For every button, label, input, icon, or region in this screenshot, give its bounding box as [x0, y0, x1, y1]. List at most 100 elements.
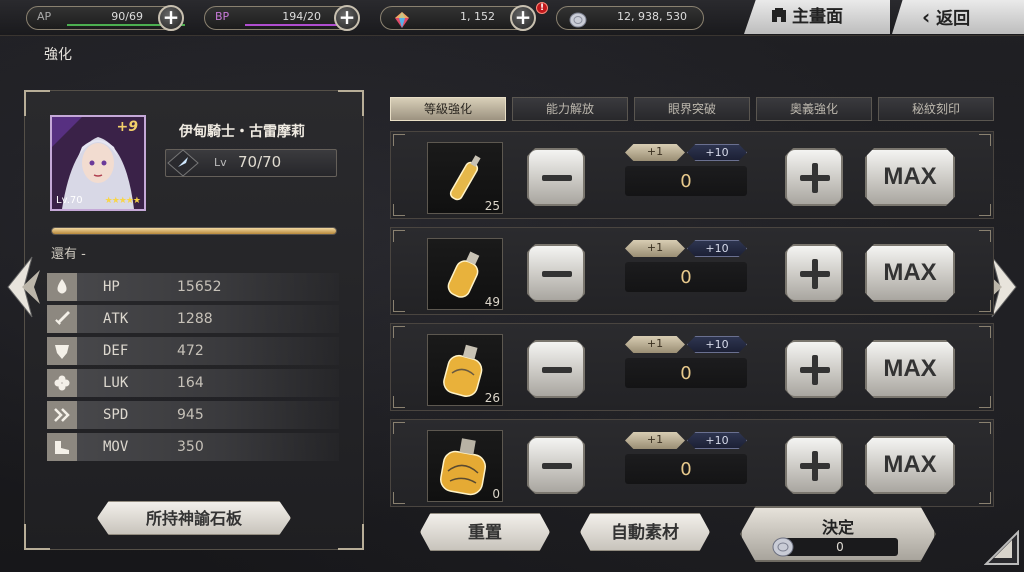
decrease-button[interactable]	[527, 148, 585, 206]
drop-icon	[57, 279, 67, 294]
unit-portrait[interactable]: +9 Lv.70 ★★★★★	[50, 115, 146, 211]
exp-remaining-label: 還有 -	[51, 247, 86, 262]
max-button[interactable]: MAX	[865, 340, 955, 398]
row-corner	[393, 492, 405, 504]
row-corner	[979, 422, 991, 434]
material-row: 49 +1 +10 0 MAX	[390, 227, 994, 315]
oracle-board-button[interactable]: 所持神諭石板	[97, 501, 291, 535]
quantity-value: 0	[680, 267, 692, 288]
corner-ornament	[338, 90, 364, 116]
quantity-value: 0	[680, 363, 692, 384]
reset-button[interactable]: 重置	[420, 513, 550, 551]
decrease-button[interactable]	[527, 436, 585, 494]
plus-10-button[interactable]: +10	[687, 336, 747, 353]
unit-plus-badge: +9	[116, 119, 138, 135]
decrease-button[interactable]	[527, 340, 585, 398]
gem-counter: 1, 152	[380, 6, 530, 30]
item-count: 25	[484, 199, 500, 213]
corner-menu-icon[interactable]	[984, 530, 1020, 566]
row-corner	[979, 230, 991, 242]
tab-ability-release[interactable]: 能力解放	[512, 97, 628, 121]
plus-1-button[interactable]: +1	[625, 240, 685, 257]
stat-value: 15652	[177, 279, 222, 295]
row-corner	[979, 204, 991, 216]
exp-vial-small-icon[interactable]: 25	[427, 142, 503, 214]
row-corner	[393, 134, 405, 146]
tab-rune-engrave[interactable]: 秘紋刻印	[878, 97, 994, 121]
increase-button[interactable]	[785, 436, 843, 494]
unit-name: 伊甸騎士・古雷摩莉	[179, 124, 305, 140]
ap-add-button[interactable]: +	[158, 5, 184, 31]
increase-button[interactable]	[785, 244, 843, 302]
tab-limit-break[interactable]: 眼界突破	[634, 97, 750, 121]
prev-unit-arrow-icon[interactable]	[2, 252, 42, 322]
clover-icon	[54, 375, 70, 391]
row-corner	[979, 396, 991, 408]
quantity-display: 0	[625, 454, 747, 484]
stat-value: 350	[177, 439, 204, 455]
level-prefix: Lv	[214, 156, 227, 169]
plus-10-button[interactable]: +10	[687, 144, 747, 161]
coin-icon	[772, 537, 794, 557]
max-button[interactable]: MAX	[865, 148, 955, 206]
stat-key: LUK	[103, 375, 129, 391]
coin-counter: 12, 938, 530	[556, 6, 704, 30]
exp-vial-xlarge-icon[interactable]: 0	[427, 430, 503, 502]
stat-row-luk: LUK 164	[47, 369, 339, 397]
exp-vial-medium-icon[interactable]: 49	[427, 238, 503, 310]
exp-progress-bar	[51, 227, 337, 235]
material-row: 25 +1 +10 0 MAX	[390, 131, 994, 219]
corner-ornament	[24, 524, 50, 550]
page-title: 強化	[44, 47, 72, 63]
gem-alert-badge: !	[536, 2, 548, 14]
confirm-label: 決定	[821, 518, 854, 537]
max-button[interactable]: MAX	[865, 436, 955, 494]
plus-1-button[interactable]: +1	[625, 432, 685, 449]
tab-level-enhance[interactable]: 等級強化	[390, 97, 506, 121]
increase-button[interactable]	[785, 148, 843, 206]
tab-skill-enhance[interactable]: 奧義強化	[756, 97, 872, 121]
row-corner	[393, 230, 405, 242]
stat-row-mov: MOV 350	[47, 433, 339, 461]
coin-icon	[569, 12, 587, 28]
bp-add-button[interactable]: +	[334, 5, 360, 31]
plus-10-button[interactable]: +10	[687, 432, 747, 449]
home-icon	[772, 8, 786, 22]
exp-progress-fill	[52, 228, 336, 234]
corner-ornament	[338, 524, 364, 550]
plus-10-button[interactable]: +10	[687, 240, 747, 257]
bp-value: 194/20	[282, 10, 321, 23]
exp-vial-large-icon[interactable]: 26	[427, 334, 503, 406]
sword-icon	[55, 311, 70, 325]
back-button[interactable]: ‹ 返回	[892, 0, 1024, 34]
main-menu-button[interactable]: 主畫面	[744, 0, 890, 34]
gem-add-button[interactable]: +	[510, 5, 536, 31]
plus-1-button[interactable]: +1	[625, 144, 685, 161]
increase-button[interactable]	[785, 340, 843, 398]
row-corner	[393, 326, 405, 338]
stat-row-atk: ATK 1288	[47, 305, 339, 333]
max-button[interactable]: MAX	[865, 244, 955, 302]
gem-value: 1, 152	[460, 10, 495, 23]
stat-value: 164	[177, 375, 204, 391]
back-chevron-icon: ‹	[922, 5, 931, 29]
stat-key: SPD	[103, 407, 129, 423]
row-corner	[393, 300, 405, 312]
top-bar: AP 90/69 + BP 194/20 + 1, 152 + ! 12, 93…	[0, 0, 1024, 36]
corner-ornament	[24, 90, 50, 116]
shield-icon	[55, 345, 69, 359]
item-count: 49	[484, 295, 500, 309]
quantity-display: 0	[625, 262, 747, 292]
plus-1-button[interactable]: +1	[625, 336, 685, 353]
decrease-button[interactable]	[527, 244, 585, 302]
stat-row-def: DEF 472	[47, 337, 339, 365]
auto-material-button[interactable]: 自動素材	[580, 513, 710, 551]
stat-value: 945	[177, 407, 204, 423]
quantity-display: 0	[625, 358, 747, 388]
stat-key: ATK	[103, 311, 129, 327]
row-corner	[393, 396, 405, 408]
ap-value: 90/69	[111, 10, 143, 23]
ap-meter: AP 90/69	[26, 6, 185, 30]
confirm-button[interactable]: 決定 0	[740, 506, 936, 562]
bp-label: BP	[215, 10, 230, 23]
